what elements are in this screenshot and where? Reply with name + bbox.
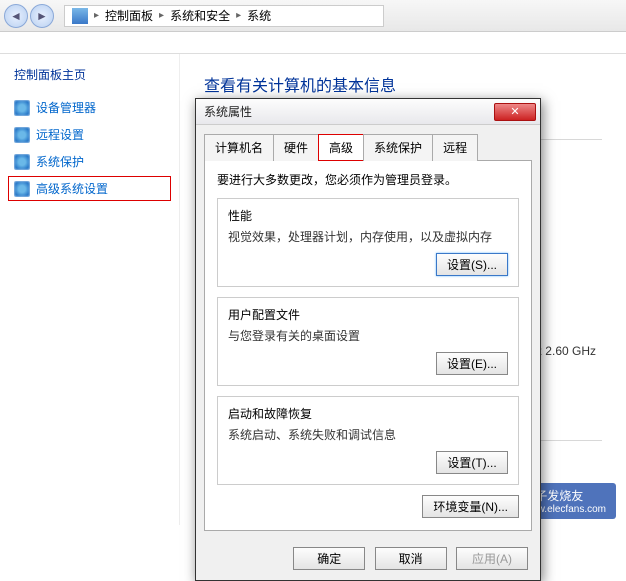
sidebar-item-label: 高级系统设置 <box>36 180 108 197</box>
apply-button[interactable]: 应用(A) <box>456 547 528 570</box>
menubar <box>0 32 626 54</box>
group-title: 用户配置文件 <box>228 306 508 323</box>
environment-variables-button[interactable]: 环境变量(N)... <box>422 495 519 518</box>
sidebar-title: 控制面板主页 <box>8 66 171 83</box>
dialog-title: 系统属性 <box>204 103 494 120</box>
page-title: 查看有关计算机的基本信息 <box>204 72 602 96</box>
group-title: 启动和故障恢复 <box>228 405 508 422</box>
sidebar-item-remote-settings[interactable]: 远程设置 <box>8 122 171 147</box>
toolbar: ◄ ► ▸ 控制面板 ▸ 系统和安全 ▸ 系统 <box>0 0 626 32</box>
computer-icon <box>72 8 88 24</box>
cancel-button[interactable]: 取消 <box>375 547 447 570</box>
system-properties-dialog: 系统属性 ✕ 计算机名 硬件 高级 系统保护 远程 要进行大多数更改，您必须作为… <box>195 98 541 581</box>
crumb-system[interactable]: 系统 <box>247 7 271 24</box>
crumb-control-panel[interactable]: 控制面板 <box>105 7 153 24</box>
chevron-right-icon: ▸ <box>236 10 241 21</box>
breadcrumb[interactable]: ▸ 控制面板 ▸ 系统和安全 ▸ 系统 <box>64 5 384 27</box>
group-user-profiles: 用户配置文件 与您登录有关的桌面设置 设置(E)... <box>217 297 519 386</box>
performance-settings-button[interactable]: 设置(S)... <box>436 253 508 276</box>
admin-note: 要进行大多数更改，您必须作为管理员登录。 <box>217 171 519 188</box>
chevron-right-icon: ▸ <box>94 10 99 21</box>
tab-remote[interactable]: 远程 <box>432 134 478 161</box>
shield-icon <box>14 127 30 143</box>
tabs: 计算机名 硬件 高级 系统保护 远程 <box>204 133 532 161</box>
close-button[interactable]: ✕ <box>494 103 536 121</box>
sidebar-item-label: 系统保护 <box>36 153 84 170</box>
shield-icon <box>14 154 30 170</box>
sidebar-item-label: 设备管理器 <box>36 99 96 116</box>
dialog-buttons: 确定 取消 应用(A) <box>196 539 540 580</box>
nav-back-button[interactable]: ◄ <box>4 4 28 28</box>
group-startup-recovery: 启动和故障恢复 系统启动、系统失败和调试信息 设置(T)... <box>217 396 519 485</box>
sidebar-item-advanced-settings[interactable]: 高级系统设置 <box>8 176 171 201</box>
close-icon: ✕ <box>510 105 519 118</box>
chevron-right-icon: ▸ <box>159 10 164 21</box>
ok-button[interactable]: 确定 <box>293 547 365 570</box>
sidebar-item-label: 远程设置 <box>36 126 84 143</box>
tab-system-protection[interactable]: 系统保护 <box>363 134 433 161</box>
tab-advanced[interactable]: 高级 <box>318 134 364 161</box>
nav-forward-button[interactable]: ► <box>30 4 54 28</box>
shield-icon <box>14 181 30 197</box>
group-desc: 视觉效果，处理器计划，内存使用，以及虚拟内存 <box>228 228 508 245</box>
tab-content-advanced: 要进行大多数更改，您必须作为管理员登录。 性能 视觉效果，处理器计划，内存使用，… <box>204 161 532 531</box>
sidebar: 控制面板主页 设备管理器 远程设置 系统保护 高级系统设置 <box>0 54 180 525</box>
crumb-system-security[interactable]: 系统和安全 <box>170 7 230 24</box>
shield-icon <box>14 100 30 116</box>
group-performance: 性能 视觉效果，处理器计划，内存使用，以及虚拟内存 设置(S)... <box>217 198 519 287</box>
dialog-titlebar[interactable]: 系统属性 ✕ <box>196 99 540 125</box>
tab-hardware[interactable]: 硬件 <box>273 134 319 161</box>
profile-settings-button[interactable]: 设置(E)... <box>436 352 508 375</box>
group-desc: 系统启动、系统失败和调试信息 <box>228 426 508 443</box>
sidebar-item-device-manager[interactable]: 设备管理器 <box>8 95 171 120</box>
group-title: 性能 <box>228 207 508 224</box>
sidebar-item-system-protection[interactable]: 系统保护 <box>8 149 171 174</box>
tab-computer-name[interactable]: 计算机名 <box>204 134 274 161</box>
group-desc: 与您登录有关的桌面设置 <box>228 327 508 344</box>
startup-settings-button[interactable]: 设置(T)... <box>436 451 508 474</box>
